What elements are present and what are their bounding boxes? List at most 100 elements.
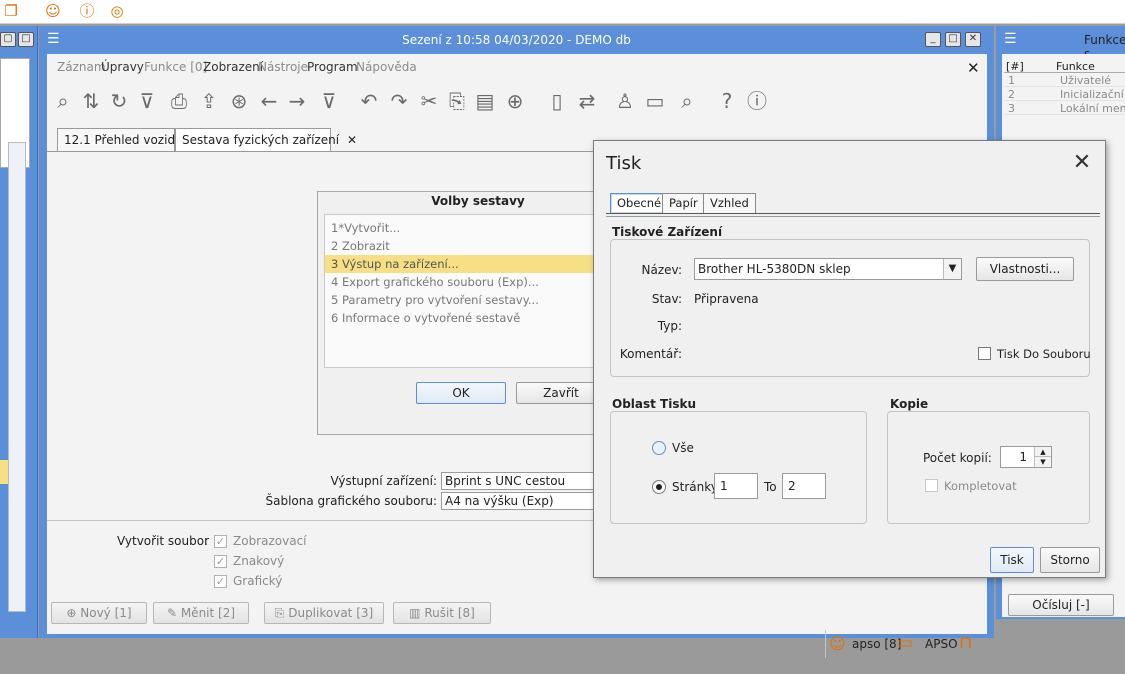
- tab-underline: [606, 216, 1100, 217]
- chevron-down-icon[interactable]: ▼: [943, 259, 961, 279]
- window-title: Sezení z 10:58 04/03/2020 - DEMO db: [402, 33, 631, 47]
- ok-button[interactable]: OK: [416, 382, 506, 404]
- list-item[interactable]: 1*Vytvořit...: [325, 219, 605, 237]
- selection-marker: [0, 460, 8, 484]
- help-icon[interactable]: ?: [715, 88, 739, 114]
- list-item[interactable]: 4 Export grafického souboru (Exp)...: [325, 273, 605, 291]
- table-row[interactable]: 2 Inicializační s: [1004, 88, 1125, 101]
- stepper-down-icon[interactable]: ▼: [1034, 457, 1051, 467]
- row-number: 2: [1008, 88, 1015, 101]
- new-button[interactable]: ⊕ Nový [1]: [51, 602, 147, 624]
- renumber-button[interactable]: Očísluj [-]: [1008, 594, 1114, 616]
- sort-icon[interactable]: ⇅: [79, 88, 103, 114]
- pages-radio[interactable]: [652, 480, 666, 494]
- filter-icon[interactable]: ⊽: [135, 88, 159, 114]
- menu-zaznam[interactable]: Záznam: [57, 60, 106, 74]
- table-row[interactable]: 1 Uživatelé: [1004, 74, 1125, 87]
- document-icon[interactable]: ▯: [545, 88, 569, 114]
- table-row[interactable]: 3 Lokální menu: [1004, 102, 1125, 115]
- tab-paper[interactable]: Papír: [662, 193, 705, 213]
- properties-button[interactable]: Vlastnosti...: [976, 257, 1074, 281]
- printer-select[interactable]: Brother HL-5380DN sklep ▼: [694, 258, 962, 280]
- tab-device-report[interactable]: Sestava fyzických zařízení ✕: [175, 128, 357, 152]
- scrollbar[interactable]: [8, 142, 26, 612]
- price-search-icon[interactable]: ⊛: [227, 88, 251, 114]
- cancel-button[interactable]: Storno: [1040, 547, 1100, 573]
- menu-program[interactable]: Program: [307, 60, 358, 74]
- menu-nastroje[interactable]: Nástroje: [258, 60, 308, 74]
- undo-icon[interactable]: ↶: [357, 88, 381, 114]
- forward-arrow-icon[interactable]: →: [285, 88, 309, 114]
- comment-label: Komentář:: [619, 347, 682, 361]
- delete-button[interactable]: ▥ Rušit [8]: [393, 602, 491, 624]
- tab-close-icon[interactable]: ✕: [347, 133, 357, 147]
- window-icon[interactable]: ❐: [2, 2, 20, 20]
- close-tab-icon[interactable]: ✕: [967, 59, 980, 77]
- support-icon[interactable]: ◎: [108, 2, 126, 20]
- status-separator: [825, 630, 826, 658]
- print-button[interactable]: Tisk: [990, 547, 1034, 573]
- minimize-button[interactable]: _: [925, 32, 941, 47]
- open-folder-icon[interactable]: ▭: [643, 88, 667, 114]
- binoculars-icon[interactable]: ⌕: [51, 88, 75, 114]
- restore-button[interactable]: ▢: [0, 32, 16, 47]
- checkbox-text-label: Znakový: [233, 554, 285, 568]
- copy-icon[interactable]: ⎘: [445, 88, 469, 114]
- unlock-icon[interactable]: ⊓: [959, 633, 972, 653]
- tab-vehicle-overview[interactable]: 12.1 Přehled vozidel: [57, 128, 186, 152]
- redo-icon[interactable]: ↷: [387, 88, 411, 114]
- checkbox-display[interactable]: ✓: [214, 535, 227, 548]
- list-item-selected[interactable]: 3 Výstup na zařízení...: [325, 255, 605, 273]
- user-icon: ☺: [829, 634, 846, 653]
- toolbar: ⌕ ⇅ ↻ ⊽ ⎙ ⇪ ⊛ ← → ⊽ ↶ ↷ ✂ ⎘ ▤ ⊕ ▯ ⇄ ♙ ▭ …: [47, 84, 987, 120]
- print-icon[interactable]: ⎙: [167, 88, 191, 114]
- checkbox-graphic[interactable]: ✓: [214, 575, 227, 588]
- template-field[interactable]: A4 na výšku (Exp): [441, 492, 601, 510]
- export-icon[interactable]: ⇪: [197, 88, 221, 114]
- stepper-up-icon[interactable]: ▲: [1034, 447, 1051, 457]
- user-icon[interactable]: ♙: [613, 88, 637, 114]
- close-window-button[interactable]: ✕: [965, 32, 981, 47]
- trash-icon: ▥: [409, 606, 425, 620]
- tab-appearance[interactable]: Vzhled: [703, 193, 756, 213]
- tab-general[interactable]: Obecné: [610, 193, 669, 213]
- printer-value: Brother HL-5380DN sklep: [698, 262, 851, 276]
- list-item[interactable]: 2 Zobrazit: [325, 237, 605, 255]
- edit-button[interactable]: ✎ Měnit [2]: [153, 602, 249, 624]
- from-page-input[interactable]: 1: [714, 473, 758, 499]
- to-label: To: [764, 480, 777, 494]
- grid-header: [#] Funkce: [1004, 60, 1125, 73]
- swap-icon[interactable]: ⇄: [575, 88, 599, 114]
- print-to-file-checkbox[interactable]: [978, 347, 991, 360]
- top-toolbar: ❐ ☺ ⓘ ◎: [0, 0, 1125, 24]
- menu-funkce[interactable]: Funkce [0]: [144, 60, 207, 74]
- menu-upravy[interactable]: Úpravy: [101, 60, 144, 74]
- search-icon[interactable]: ⌕: [675, 88, 699, 114]
- checkbox-text[interactable]: ✓: [214, 555, 227, 568]
- to-page-input[interactable]: 2: [782, 473, 826, 499]
- list-item[interactable]: 6 Informace o vytvořené sestavě: [325, 309, 605, 327]
- users-icon[interactable]: ☺: [44, 2, 62, 20]
- info-icon[interactable]: ⓘ: [745, 88, 769, 114]
- maximize-button[interactable]: □: [945, 32, 961, 47]
- cut-icon[interactable]: ✂: [417, 88, 441, 114]
- zoom-in-icon[interactable]: ⊕: [503, 88, 527, 114]
- collate-checkbox[interactable]: [925, 479, 938, 492]
- duplicate-button[interactable]: ⎘ Duplikovat [3]: [264, 602, 384, 624]
- all-radio[interactable]: [652, 441, 666, 455]
- menu-napoveda[interactable]: Nápověda: [356, 60, 417, 74]
- paste-icon[interactable]: ▤: [473, 88, 497, 114]
- list-item[interactable]: 5 Parametry pro vytvoření sestavy...: [325, 291, 605, 309]
- back-arrow-icon[interactable]: ←: [257, 88, 281, 114]
- dialog-close-icon[interactable]: ✕: [1070, 151, 1094, 175]
- menu-zobrazeni[interactable]: Zobrazení: [203, 60, 263, 74]
- app-menu-icon[interactable]: ☰: [1004, 31, 1017, 47]
- maximize-button[interactable]: □: [18, 32, 34, 47]
- price-filter-icon[interactable]: ⊽: [317, 88, 341, 114]
- refresh-icon[interactable]: ↻: [107, 88, 131, 114]
- print-dialog: Tisk ✕ Obecné Papír Vzhled Tiskové Zaříz…: [593, 140, 1106, 578]
- col-number: [#]: [1006, 60, 1024, 73]
- edit-icon: ✎: [166, 606, 181, 620]
- info-icon[interactable]: ⓘ: [78, 2, 96, 20]
- output-device-field[interactable]: Bprint s UNC cestou: [441, 472, 601, 490]
